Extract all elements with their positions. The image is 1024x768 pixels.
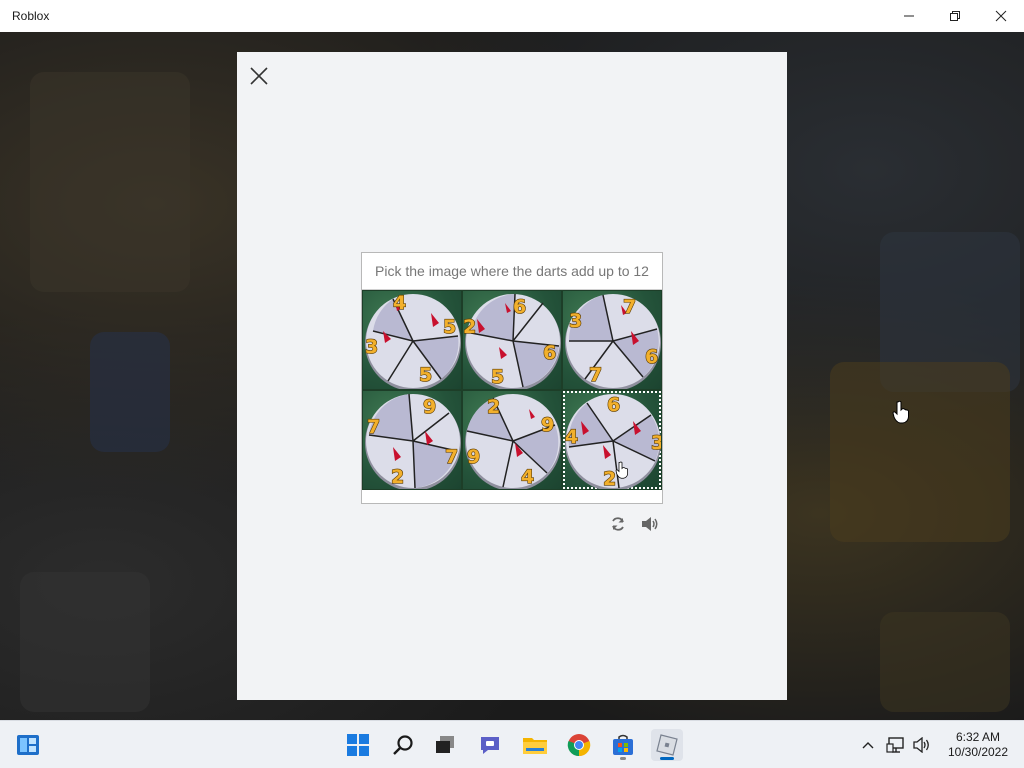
chat-button[interactable] — [474, 729, 506, 761]
task-view-icon — [436, 736, 454, 753]
captcha-tile-3[interactable]: 3 7 6 7 — [562, 290, 662, 390]
roblox-icon — [656, 734, 678, 756]
tile-number: 6 — [543, 342, 556, 364]
captcha-tile-1[interactable]: 4 5 3 5 — [362, 290, 462, 390]
tile-number: 9 — [467, 446, 480, 468]
dartboard-image: 6 4 3 2 — [564, 393, 662, 489]
clock-time: 6:32 AM — [955, 730, 1001, 744]
dartboard-image: 9 7 7 2 — [365, 393, 461, 489]
tile-number: 4 — [521, 466, 534, 488]
verification-dialog: Pick the image where the darts add up to… — [237, 52, 787, 700]
dartboard-image: 2 9 9 4 — [465, 394, 561, 489]
close-icon — [995, 10, 1007, 22]
roblox-button[interactable] — [651, 729, 683, 761]
tile-number: 5 — [419, 364, 432, 386]
tile-number: 5 — [443, 316, 456, 338]
tile-number: 2 — [391, 466, 404, 488]
tile-number: 3 — [569, 310, 582, 332]
captcha-tile-4[interactable]: 9 7 7 2 — [362, 390, 462, 490]
tile-number: 6 — [607, 394, 620, 416]
running-indicator — [620, 757, 626, 760]
volume-button[interactable] — [910, 729, 934, 761]
store-icon — [613, 734, 633, 755]
start-button[interactable] — [342, 729, 374, 761]
window-title: Roblox — [12, 9, 50, 23]
clock-date: 10/30/2022 — [947, 745, 1009, 759]
tile-number: 6 — [645, 346, 658, 368]
captcha-widget: Pick the image where the darts add up to… — [361, 252, 663, 504]
tile-number: 6 — [513, 296, 526, 318]
taskbar: 6:32 AM 10/30/2022 — [0, 720, 1024, 768]
tile-number: 9 — [423, 396, 436, 418]
volume-icon — [913, 737, 929, 753]
maximize-button[interactable] — [932, 0, 978, 32]
clock[interactable]: 6:32 AM 10/30/2022 — [940, 730, 1016, 760]
tile-number: 7 — [589, 364, 602, 386]
dartboard-image: 6 2 6 5 — [463, 293, 561, 389]
widgets-button[interactable] — [12, 729, 44, 761]
store-button[interactable] — [607, 729, 639, 761]
close-icon — [250, 67, 268, 85]
captcha-grid: 4 5 3 5 6 2 6 5 3 7 6 7 9 7 7 2 2 9 9 4 … — [362, 290, 662, 490]
refresh-icon — [612, 517, 624, 531]
tile-number: 7 — [367, 416, 380, 438]
file-explorer-icon — [523, 738, 547, 754]
restore-icon — [950, 11, 960, 21]
tile-number: 4 — [565, 426, 578, 448]
minimize-icon — [904, 15, 914, 17]
title-bar: Roblox — [0, 0, 1024, 32]
tile-number: 2 — [487, 396, 500, 418]
chevron-up-icon — [862, 742, 874, 749]
network-icon — [886, 737, 904, 753]
show-hidden-icons-button[interactable] — [858, 729, 878, 761]
chrome-button[interactable] — [563, 729, 595, 761]
file-explorer-button[interactable] — [519, 729, 551, 761]
hand-cursor-icon — [892, 400, 909, 424]
tile-number: 7 — [445, 446, 458, 468]
task-view-button[interactable] — [429, 729, 461, 761]
search-icon — [393, 735, 413, 755]
tile-number: 5 — [491, 366, 504, 388]
captcha-tools — [607, 514, 661, 534]
dartboard-image: 4 5 3 5 — [364, 291, 461, 389]
captcha-tile-6[interactable]: 6 4 3 2 — [562, 390, 662, 490]
tile-number: 7 — [623, 296, 636, 318]
chrome-icon — [567, 734, 591, 757]
chat-icon — [481, 737, 499, 754]
minimize-button[interactable] — [886, 0, 932, 32]
tile-number: 3 — [651, 432, 662, 454]
dartboard-image: 3 7 6 7 — [565, 294, 661, 389]
audio-challenge-button[interactable] — [639, 514, 661, 534]
active-indicator — [660, 757, 674, 760]
captcha-prompt: Pick the image where the darts add up to… — [362, 253, 662, 290]
audio-icon — [642, 517, 658, 531]
tile-number: 3 — [365, 336, 378, 358]
widgets-icon — [17, 735, 39, 755]
network-button[interactable] — [884, 729, 908, 761]
refresh-button[interactable] — [607, 514, 629, 534]
dialog-close-button[interactable] — [249, 66, 269, 86]
start-icon — [347, 734, 369, 756]
tile-number: 4 — [393, 292, 406, 314]
captcha-tile-2[interactable]: 6 2 6 5 — [462, 290, 562, 390]
captcha-tile-5[interactable]: 2 9 9 4 — [462, 390, 562, 490]
tile-number: 2 — [463, 316, 476, 338]
tile-number: 9 — [541, 414, 554, 436]
close-window-button[interactable] — [978, 0, 1024, 32]
hand-cursor-icon — [615, 461, 628, 479]
search-button[interactable] — [387, 729, 419, 761]
